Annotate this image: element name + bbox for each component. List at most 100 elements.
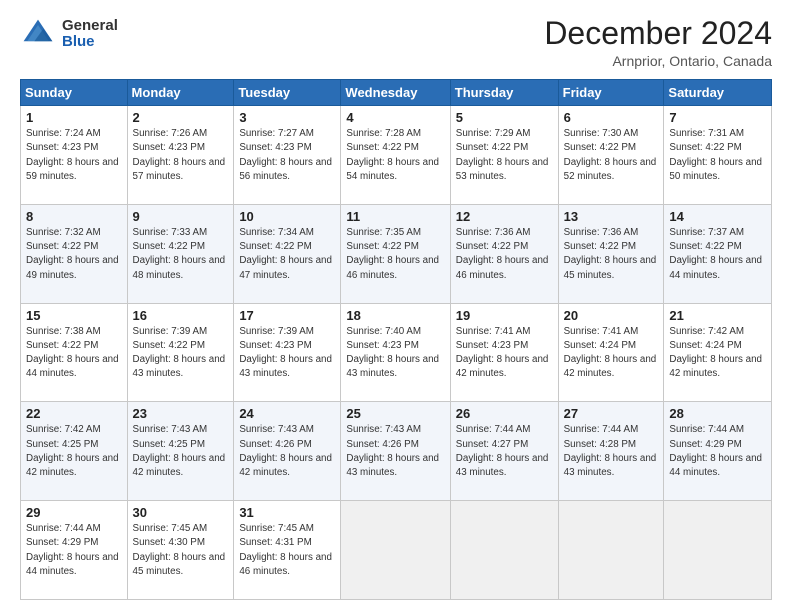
day-number: 25 xyxy=(346,406,444,421)
day-number: 22 xyxy=(26,406,122,421)
col-friday: Friday xyxy=(558,80,664,106)
logo-blue: Blue xyxy=(62,34,118,51)
day-number: 1 xyxy=(26,110,122,125)
day-info: Sunrise: 7:28 AMSunset: 4:22 PMDaylight:… xyxy=(346,127,444,184)
day-info: Sunrise: 7:43 AMSunset: 4:26 PMDaylight:… xyxy=(239,423,335,480)
calendar-cell: 29 Sunrise: 7:44 AMSunset: 4:29 PMDaylig… xyxy=(21,501,128,600)
calendar-cell xyxy=(558,501,664,600)
calendar-cell: 1 Sunrise: 7:24 AMSunset: 4:23 PMDayligh… xyxy=(21,106,128,205)
calendar-cell: 18 Sunrise: 7:40 AMSunset: 4:23 PMDaylig… xyxy=(341,303,450,402)
day-number: 24 xyxy=(239,406,335,421)
col-sunday: Sunday xyxy=(21,80,128,106)
day-info: Sunrise: 7:41 AMSunset: 4:23 PMDaylight:… xyxy=(456,325,553,382)
day-number: 6 xyxy=(564,110,659,125)
day-info: Sunrise: 7:40 AMSunset: 4:23 PMDaylight:… xyxy=(346,325,444,382)
day-info: Sunrise: 7:43 AMSunset: 4:26 PMDaylight:… xyxy=(346,423,444,480)
day-info: Sunrise: 7:30 AMSunset: 4:22 PMDaylight:… xyxy=(564,127,659,184)
calendar-week-3: 15 Sunrise: 7:38 AMSunset: 4:22 PMDaylig… xyxy=(21,303,772,402)
day-info: Sunrise: 7:26 AMSunset: 4:23 PMDaylight:… xyxy=(133,127,229,184)
logo-icon xyxy=(20,16,56,52)
day-number: 21 xyxy=(669,308,766,323)
calendar-cell xyxy=(341,501,450,600)
day-info: Sunrise: 7:41 AMSunset: 4:24 PMDaylight:… xyxy=(564,325,659,382)
calendar-cell: 31 Sunrise: 7:45 AMSunset: 4:31 PMDaylig… xyxy=(234,501,341,600)
day-number: 8 xyxy=(26,209,122,224)
day-number: 17 xyxy=(239,308,335,323)
day-info: Sunrise: 7:39 AMSunset: 4:22 PMDaylight:… xyxy=(133,325,229,382)
day-number: 2 xyxy=(133,110,229,125)
calendar-week-1: 1 Sunrise: 7:24 AMSunset: 4:23 PMDayligh… xyxy=(21,106,772,205)
day-number: 14 xyxy=(669,209,766,224)
day-info: Sunrise: 7:44 AMSunset: 4:29 PMDaylight:… xyxy=(26,522,122,579)
day-number: 10 xyxy=(239,209,335,224)
day-info: Sunrise: 7:45 AMSunset: 4:31 PMDaylight:… xyxy=(239,522,335,579)
day-number: 16 xyxy=(133,308,229,323)
day-info: Sunrise: 7:34 AMSunset: 4:22 PMDaylight:… xyxy=(239,226,335,283)
calendar-week-5: 29 Sunrise: 7:44 AMSunset: 4:29 PMDaylig… xyxy=(21,501,772,600)
day-number: 28 xyxy=(669,406,766,421)
calendar-cell: 20 Sunrise: 7:41 AMSunset: 4:24 PMDaylig… xyxy=(558,303,664,402)
calendar-cell: 16 Sunrise: 7:39 AMSunset: 4:22 PMDaylig… xyxy=(127,303,234,402)
day-number: 13 xyxy=(564,209,659,224)
day-info: Sunrise: 7:24 AMSunset: 4:23 PMDaylight:… xyxy=(26,127,122,184)
calendar-cell xyxy=(664,501,772,600)
subtitle: Arnprior, Ontario, Canada xyxy=(544,53,772,69)
calendar-cell: 5 Sunrise: 7:29 AMSunset: 4:22 PMDayligh… xyxy=(450,106,558,205)
day-number: 27 xyxy=(564,406,659,421)
day-info: Sunrise: 7:38 AMSunset: 4:22 PMDaylight:… xyxy=(26,325,122,382)
day-number: 4 xyxy=(346,110,444,125)
day-info: Sunrise: 7:44 AMSunset: 4:27 PMDaylight:… xyxy=(456,423,553,480)
day-info: Sunrise: 7:44 AMSunset: 4:29 PMDaylight:… xyxy=(669,423,766,480)
day-number: 12 xyxy=(456,209,553,224)
calendar-header-row: Sunday Monday Tuesday Wednesday Thursday… xyxy=(21,80,772,106)
day-number: 19 xyxy=(456,308,553,323)
calendar-cell: 2 Sunrise: 7:26 AMSunset: 4:23 PMDayligh… xyxy=(127,106,234,205)
logo-text: General Blue xyxy=(62,18,118,51)
day-info: Sunrise: 7:42 AMSunset: 4:25 PMDaylight:… xyxy=(26,423,122,480)
day-number: 26 xyxy=(456,406,553,421)
day-info: Sunrise: 7:35 AMSunset: 4:22 PMDaylight:… xyxy=(346,226,444,283)
calendar-cell: 24 Sunrise: 7:43 AMSunset: 4:26 PMDaylig… xyxy=(234,402,341,501)
day-info: Sunrise: 7:37 AMSunset: 4:22 PMDaylight:… xyxy=(669,226,766,283)
calendar-cell xyxy=(450,501,558,600)
col-wednesday: Wednesday xyxy=(341,80,450,106)
title-block: December 2024 Arnprior, Ontario, Canada xyxy=(544,16,772,69)
day-info: Sunrise: 7:33 AMSunset: 4:22 PMDaylight:… xyxy=(133,226,229,283)
calendar-cell: 27 Sunrise: 7:44 AMSunset: 4:28 PMDaylig… xyxy=(558,402,664,501)
calendar-cell: 21 Sunrise: 7:42 AMSunset: 4:24 PMDaylig… xyxy=(664,303,772,402)
calendar-cell: 14 Sunrise: 7:37 AMSunset: 4:22 PMDaylig… xyxy=(664,204,772,303)
calendar-cell: 17 Sunrise: 7:39 AMSunset: 4:23 PMDaylig… xyxy=(234,303,341,402)
day-number: 18 xyxy=(346,308,444,323)
logo-general: General xyxy=(62,18,118,35)
calendar-cell: 30 Sunrise: 7:45 AMSunset: 4:30 PMDaylig… xyxy=(127,501,234,600)
day-number: 3 xyxy=(239,110,335,125)
day-number: 31 xyxy=(239,505,335,520)
calendar-cell: 11 Sunrise: 7:35 AMSunset: 4:22 PMDaylig… xyxy=(341,204,450,303)
calendar-cell: 28 Sunrise: 7:44 AMSunset: 4:29 PMDaylig… xyxy=(664,402,772,501)
day-info: Sunrise: 7:39 AMSunset: 4:23 PMDaylight:… xyxy=(239,325,335,382)
day-number: 20 xyxy=(564,308,659,323)
calendar-cell: 23 Sunrise: 7:43 AMSunset: 4:25 PMDaylig… xyxy=(127,402,234,501)
day-info: Sunrise: 7:36 AMSunset: 4:22 PMDaylight:… xyxy=(456,226,553,283)
calendar-cell: 12 Sunrise: 7:36 AMSunset: 4:22 PMDaylig… xyxy=(450,204,558,303)
col-tuesday: Tuesday xyxy=(234,80,341,106)
calendar-cell: 4 Sunrise: 7:28 AMSunset: 4:22 PMDayligh… xyxy=(341,106,450,205)
calendar-cell: 9 Sunrise: 7:33 AMSunset: 4:22 PMDayligh… xyxy=(127,204,234,303)
day-info: Sunrise: 7:43 AMSunset: 4:25 PMDaylight:… xyxy=(133,423,229,480)
day-info: Sunrise: 7:44 AMSunset: 4:28 PMDaylight:… xyxy=(564,423,659,480)
calendar-table: Sunday Monday Tuesday Wednesday Thursday… xyxy=(20,79,772,600)
day-info: Sunrise: 7:32 AMSunset: 4:22 PMDaylight:… xyxy=(26,226,122,283)
day-info: Sunrise: 7:27 AMSunset: 4:23 PMDaylight:… xyxy=(239,127,335,184)
calendar-cell: 10 Sunrise: 7:34 AMSunset: 4:22 PMDaylig… xyxy=(234,204,341,303)
day-info: Sunrise: 7:36 AMSunset: 4:22 PMDaylight:… xyxy=(564,226,659,283)
col-thursday: Thursday xyxy=(450,80,558,106)
day-number: 7 xyxy=(669,110,766,125)
day-number: 15 xyxy=(26,308,122,323)
calendar-cell: 19 Sunrise: 7:41 AMSunset: 4:23 PMDaylig… xyxy=(450,303,558,402)
col-saturday: Saturday xyxy=(664,80,772,106)
day-number: 5 xyxy=(456,110,553,125)
col-monday: Monday xyxy=(127,80,234,106)
calendar-cell: 6 Sunrise: 7:30 AMSunset: 4:22 PMDayligh… xyxy=(558,106,664,205)
page: General Blue December 2024 Arnprior, Ont… xyxy=(0,0,792,612)
calendar-cell: 13 Sunrise: 7:36 AMSunset: 4:22 PMDaylig… xyxy=(558,204,664,303)
